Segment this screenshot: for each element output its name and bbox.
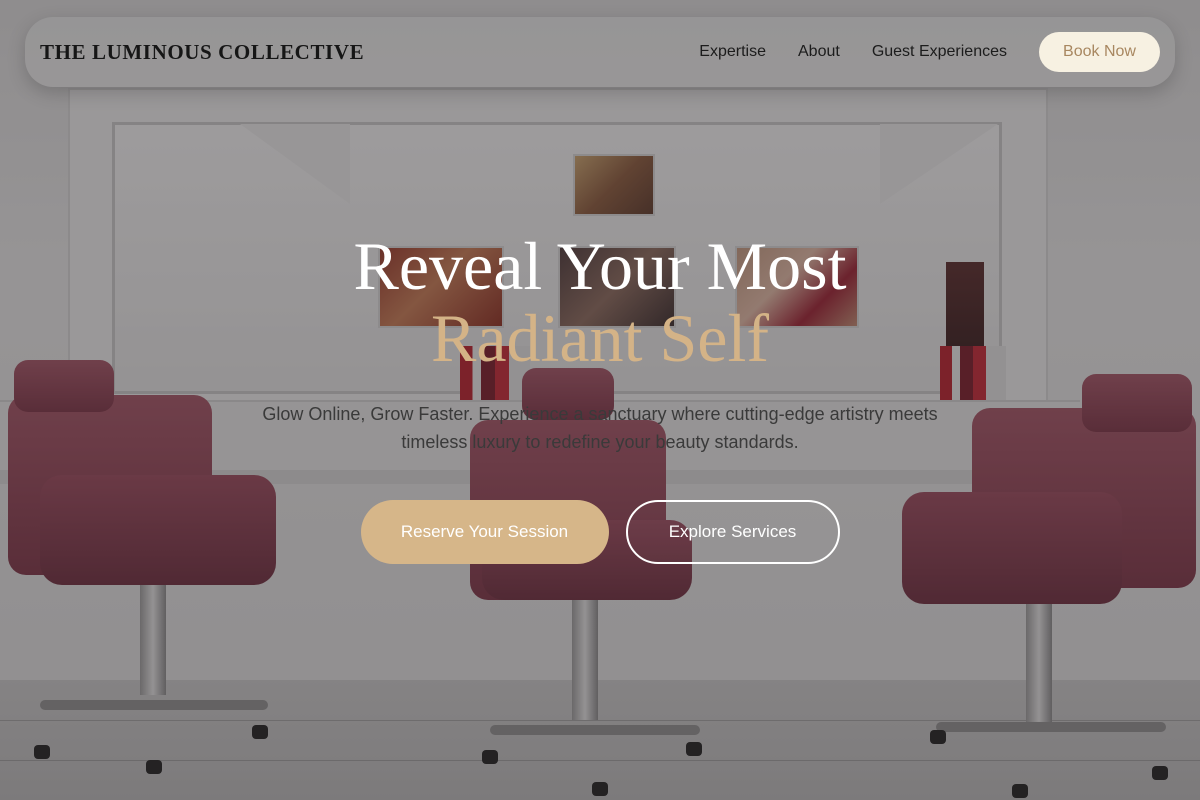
hero-title-line1: Reveal Your Most (353, 228, 847, 304)
hero-section: Reveal Your Most Radiant Self Glow Onlin… (0, 230, 1200, 456)
main-nav: Expertise About Guest Experiences Book N… (699, 32, 1160, 72)
nav-link-guest-experiences[interactable]: Guest Experiences (872, 43, 1007, 61)
hero-title-accent: Radiant Self (430, 300, 770, 376)
nav-link-expertise[interactable]: Expertise (699, 43, 766, 61)
reserve-session-button[interactable]: Reserve Your Session (360, 500, 609, 564)
hero-cta-group: Reserve Your Session Explore Services (0, 500, 1200, 564)
hero-subtitle: Glow Online, Grow Faster. Experience a s… (262, 404, 938, 452)
explore-services-button[interactable]: Explore Services (625, 500, 840, 564)
hero-title: Reveal Your Most Radiant Self (0, 230, 1200, 374)
site-header: THE LUMINOUS COLLECTIVE Expertise About … (25, 17, 1175, 87)
brand-logo[interactable]: THE LUMINOUS COLLECTIVE (40, 40, 364, 65)
nav-link-about[interactable]: About (798, 43, 840, 61)
book-now-button[interactable]: Book Now (1039, 32, 1160, 72)
